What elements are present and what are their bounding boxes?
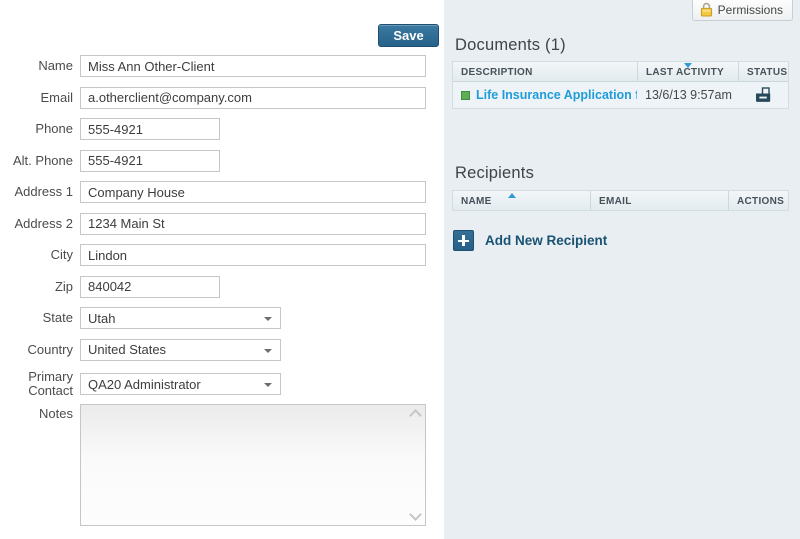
name-field[interactable] — [80, 55, 426, 77]
form-row-address2: Address 2 — [0, 213, 444, 235]
scroll-up-icon[interactable] — [409, 409, 422, 422]
notes-field[interactable] — [81, 405, 407, 525]
primary-contact-select-value: QA20 Administrator — [88, 377, 201, 392]
sort-asc-icon — [508, 193, 516, 198]
permissions-button[interactable]: Permissions — [692, 0, 793, 21]
primary-contact-select[interactable]: QA20 Administrator — [80, 373, 281, 395]
plus-icon — [453, 230, 474, 251]
recipients-column-email[interactable]: EMAIL — [590, 191, 728, 210]
primary-contact-label: Primary Contact — [0, 370, 73, 398]
city-field[interactable] — [80, 244, 426, 266]
form-row-state: State Utah — [0, 307, 444, 329]
document-description-cell: Life Insurance Application for... — [453, 82, 637, 108]
form-row-city: City — [0, 244, 444, 266]
city-label: City — [0, 248, 73, 262]
add-recipient-button[interactable]: Add New Recipient — [453, 230, 607, 251]
documents-column-description[interactable]: DESCRIPTION — [453, 62, 637, 81]
table-row: Life Insurance Application for... 13/6/1… — [453, 82, 788, 108]
zip-field[interactable] — [80, 276, 220, 298]
country-select-value: United States — [88, 342, 166, 357]
document-square-icon — [461, 91, 470, 100]
recipients-table-header: NAME EMAIL ACTIONS — [453, 191, 788, 210]
phone-field[interactable] — [80, 118, 220, 140]
address2-field[interactable] — [80, 213, 426, 235]
chevron-down-icon — [264, 317, 272, 321]
documents-column-status[interactable]: STATUS — [738, 62, 788, 81]
printer-icon[interactable] — [753, 87, 773, 104]
document-link[interactable]: Life Insurance Application for... — [476, 88, 637, 102]
form-row-address1: Address 1 — [0, 181, 444, 203]
email-field[interactable] — [80, 87, 426, 109]
save-button[interactable]: Save — [378, 24, 439, 47]
form-row-alt-phone: Alt. Phone — [0, 150, 444, 172]
address1-label: Address 1 — [0, 185, 73, 199]
chevron-down-icon — [264, 383, 272, 387]
notes-scrollbar[interactable] — [407, 407, 423, 523]
notes-label: Notes — [0, 404, 73, 421]
documents-table: DESCRIPTION LAST ACTIVITY STATUS Life In… — [452, 61, 789, 109]
form-row-email: Email — [0, 87, 444, 109]
alt-phone-label: Alt. Phone — [0, 154, 73, 168]
form-row-primary-contact: Primary Contact QA20 Administrator — [0, 370, 444, 398]
chevron-down-icon — [264, 349, 272, 353]
documents-column-last-activity[interactable]: LAST ACTIVITY — [637, 62, 738, 81]
recipients-column-actions[interactable]: ACTIONS — [728, 191, 788, 210]
form-row-zip: Zip — [0, 276, 444, 298]
recipients-section-title: Recipients — [455, 164, 534, 183]
country-select[interactable]: United States — [80, 339, 281, 361]
scroll-down-icon[interactable] — [409, 508, 422, 521]
documents-table-header: DESCRIPTION LAST ACTIVITY STATUS — [453, 62, 788, 82]
permissions-button-label: Permissions — [718, 3, 783, 17]
state-select[interactable]: Utah — [80, 307, 281, 329]
notes-field-container — [80, 404, 426, 526]
document-last-activity-cell: 13/6/13 9:57am — [637, 82, 738, 108]
recipients-column-name[interactable]: NAME — [453, 191, 590, 210]
zip-label: Zip — [0, 280, 73, 294]
state-label: State — [0, 311, 73, 325]
country-label: Country — [0, 343, 73, 357]
alt-phone-field[interactable] — [80, 150, 220, 172]
document-status-cell — [738, 82, 788, 108]
form-row-country: Country United States — [0, 339, 444, 361]
contact-form-pane: Save Name Email Phone Alt. Phone Address… — [0, 0, 444, 539]
address2-label: Address 2 — [0, 217, 73, 231]
address1-field[interactable] — [80, 181, 426, 203]
lock-icon — [700, 2, 713, 17]
state-select-value: Utah — [88, 311, 115, 326]
form-row-phone: Phone — [0, 118, 444, 140]
recipients-table: NAME EMAIL ACTIONS — [452, 190, 789, 211]
form-row-notes: Notes — [0, 404, 444, 526]
email-label: Email — [0, 91, 73, 105]
contact-form: Name Email Phone Alt. Phone Address 1 Ad… — [0, 55, 444, 536]
documents-section-title: Documents (1) — [455, 36, 566, 55]
name-label: Name — [0, 59, 73, 73]
details-pane: Permissions Documents (1) DESCRIPTION LA… — [444, 0, 800, 539]
add-recipient-label: Add New Recipient — [485, 233, 607, 248]
form-row-name: Name — [0, 55, 444, 77]
phone-label: Phone — [0, 122, 73, 136]
sort-desc-icon — [684, 63, 692, 68]
